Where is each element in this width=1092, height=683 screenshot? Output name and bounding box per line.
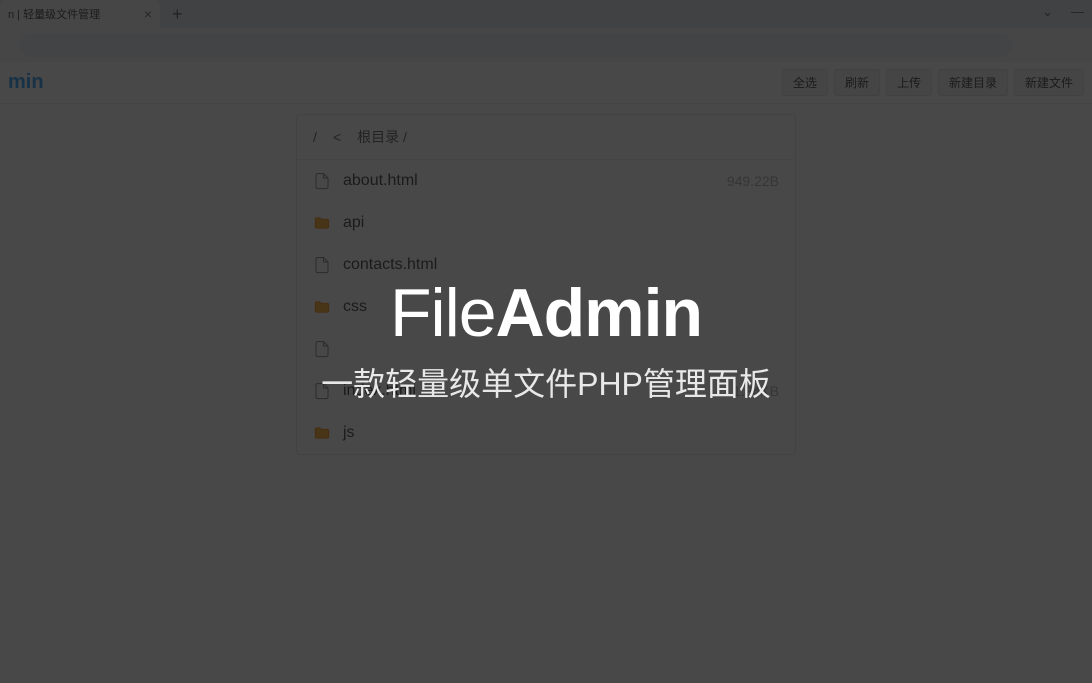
new-file-button[interactable]: 新建文件 bbox=[1014, 69, 1084, 96]
file-list: about.html 949.22B api contacts.html css inde… bbox=[297, 160, 795, 454]
tab-title: n | 轻量级文件管理 bbox=[8, 6, 136, 22]
file-name: contacts.html bbox=[343, 256, 767, 274]
file-row[interactable]: api bbox=[297, 202, 795, 244]
minimize-icon[interactable]: — bbox=[1071, 4, 1084, 20]
file-name: index.html bbox=[343, 382, 721, 400]
file-size: 949.22B bbox=[727, 173, 779, 189]
folder-icon bbox=[313, 214, 331, 232]
address-bar-wrap bbox=[0, 28, 1092, 62]
app-header: min 全选 刷新 上传 新建目录 新建文件 bbox=[0, 62, 1092, 104]
browser-chrome: n | 轻量级文件管理 × + ⌄ — bbox=[0, 0, 1092, 62]
file-icon bbox=[313, 256, 331, 274]
file-panel: / < 根目录 / about.html 949.22B api contacts.h… bbox=[296, 114, 796, 455]
close-icon[interactable]: × bbox=[144, 6, 152, 22]
breadcrumb-back[interactable]: < bbox=[333, 129, 341, 145]
toolbar: 全选 刷新 上传 新建目录 新建文件 bbox=[782, 69, 1084, 96]
app-logo: min bbox=[8, 71, 44, 94]
breadcrumb-root[interactable]: / bbox=[313, 129, 317, 145]
breadcrumb-label[interactable]: 根目录 / bbox=[357, 127, 407, 147]
new-tab-button[interactable]: + bbox=[172, 4, 183, 25]
address-bar[interactable] bbox=[20, 33, 1012, 57]
new-folder-button[interactable]: 新建目录 bbox=[938, 69, 1008, 96]
window-controls: ⌄ — bbox=[1042, 4, 1084, 20]
file-row[interactable] bbox=[297, 328, 795, 370]
file-icon bbox=[313, 340, 331, 358]
file-size: 1.34KB bbox=[733, 383, 779, 399]
file-name: about.html bbox=[343, 172, 715, 190]
file-row[interactable]: index.html 1.34KB bbox=[297, 370, 795, 412]
select-all-button[interactable]: 全选 bbox=[782, 69, 828, 96]
file-name: js bbox=[343, 424, 767, 442]
file-icon bbox=[313, 172, 331, 190]
file-name: css bbox=[343, 298, 767, 316]
file-row[interactable]: about.html 949.22B bbox=[297, 160, 795, 202]
file-icon bbox=[313, 382, 331, 400]
file-row[interactable]: css bbox=[297, 286, 795, 328]
upload-button[interactable]: 上传 bbox=[886, 69, 932, 96]
file-row[interactable]: contacts.html bbox=[297, 244, 795, 286]
file-row[interactable]: js bbox=[297, 412, 795, 454]
breadcrumb: / < 根目录 / bbox=[297, 115, 795, 160]
folder-icon bbox=[313, 424, 331, 442]
browser-tab[interactable]: n | 轻量级文件管理 × bbox=[0, 0, 160, 28]
menu-icon[interactable]: ⌄ bbox=[1042, 4, 1053, 20]
folder-icon bbox=[313, 298, 331, 316]
tab-bar: n | 轻量级文件管理 × + ⌄ — bbox=[0, 0, 1092, 28]
file-name: api bbox=[343, 214, 767, 232]
refresh-button[interactable]: 刷新 bbox=[834, 69, 880, 96]
